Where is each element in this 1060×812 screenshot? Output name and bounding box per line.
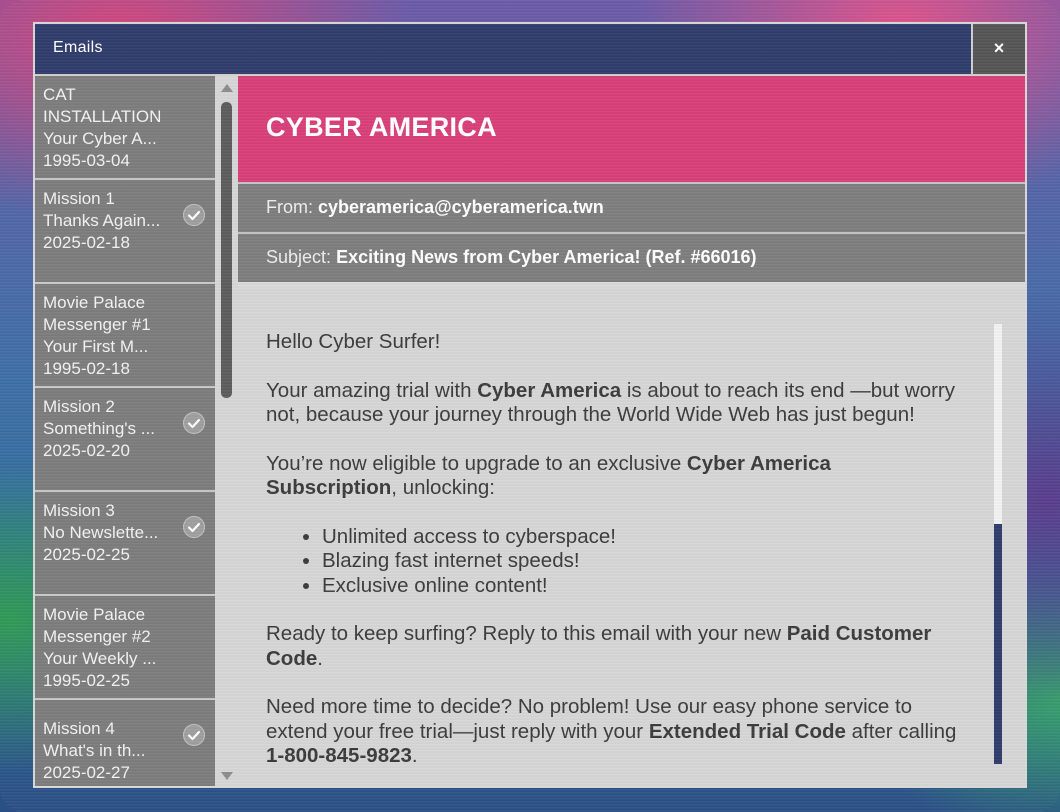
from-address: cyberamerica@cyberamerica.twn [318, 197, 604, 217]
greeting: Hello Cyber Surfer! [266, 330, 441, 353]
email-item-cat-installation[interactable]: CAT INSTALLATION Your Cyber A... 1995-03… [35, 76, 215, 180]
subject-row: Subject: Exciting News from Cyber Americ… [238, 232, 1025, 282]
from-row: From: cyberamerica@cyberamerica.twn [238, 182, 1025, 232]
email-subject-preview: Something's ... [43, 419, 155, 438]
benefits-list: Unlimited access to cyberspace! Blazing … [266, 525, 966, 599]
email-date: 2025-02-25 [43, 545, 130, 564]
email-list: CAT INSTALLATION Your Cyber A... 1995-03… [35, 76, 215, 786]
message-pane: CYBER AMERICA From: cyberamerica@cyberam… [238, 76, 1025, 786]
email-sender: CAT [43, 85, 76, 104]
read-check-icon [183, 204, 205, 226]
email-sender: Mission 3 [43, 501, 115, 520]
message-scrollbar[interactable] [994, 324, 1002, 764]
email-subject-preview: Your First M... [43, 337, 149, 356]
message-body[interactable]: Hello Cyber Surfer! Your amazing trial w… [238, 288, 1025, 786]
email-item-mission-2[interactable]: Mission 2 Something's ... 2025-02-20 [35, 388, 215, 492]
benefit-item: Exclusive online content! [322, 574, 966, 599]
email-subject-preview: Your Cyber A... [43, 129, 157, 148]
email-date: 2025-02-20 [43, 441, 130, 460]
email-subject-preview: What's in th... [43, 741, 146, 760]
close-button[interactable]: × [971, 24, 1025, 74]
email-date: 1995-02-18 [43, 359, 130, 378]
paragraph-trial: Your amazing trial with Cyber America is… [266, 378, 955, 427]
email-list-scrollbar[interactable] [215, 76, 238, 786]
sender-banner: CYBER AMERICA [238, 76, 1025, 182]
email-sender: Mission 2 [43, 397, 115, 416]
email-subject-preview: No Newslette... [43, 523, 159, 542]
paragraph-upgrade: You’re now eligible to upgrade to an exc… [266, 451, 831, 500]
sender-brand: CYBER AMERICA [266, 112, 497, 142]
title-bar[interactable]: Emails × [35, 24, 1025, 76]
message-scroll-thumb[interactable] [994, 524, 1002, 764]
email-date: 1995-02-25 [43, 671, 130, 690]
email-date: 2025-02-27 [43, 763, 130, 782]
scroll-up-arrow-icon[interactable] [221, 84, 233, 92]
read-check-icon [183, 724, 205, 746]
email-list-scroll-thumb[interactable] [221, 102, 232, 398]
email-sender-cont: INSTALLATION [43, 107, 162, 126]
scroll-down-arrow-icon[interactable] [221, 772, 233, 780]
paragraph-extend: Need more time to decide? No problem! Us… [266, 695, 957, 767]
emails-window: Emails × CAT INSTALLATION Your Cyber A..… [33, 22, 1027, 788]
email-sender: Mission 1 [43, 189, 115, 208]
window-title: Emails [53, 39, 103, 56]
email-sender-cont: Messenger #1 [43, 315, 151, 334]
from-label: From: [266, 197, 313, 217]
email-item-mission-3[interactable]: Mission 3 No Newslette... 2025-02-25 [35, 492, 215, 596]
email-sidebar: CAT INSTALLATION Your Cyber A... 1995-03… [35, 76, 238, 786]
email-item-mission-1[interactable]: Mission 1 Thanks Again... 2025-02-18 [35, 180, 215, 284]
email-sender-cont: Messenger #2 [43, 627, 151, 646]
email-item-mission-4[interactable]: Mission 4 What's in th... 2025-02-27 [35, 700, 215, 786]
message-body-text: Hello Cyber Surfer! Your amazing trial w… [266, 330, 966, 786]
email-date: 1995-03-04 [43, 151, 130, 170]
read-check-icon [183, 412, 205, 434]
email-subject-preview: Your Weekly ... [43, 649, 157, 668]
email-subject-preview: Thanks Again... [43, 211, 161, 230]
email-sender: Movie Palace [43, 605, 146, 624]
read-check-icon [183, 516, 205, 538]
benefit-item: Blazing fast internet speeds! [322, 549, 966, 574]
email-sender: Mission 4 [43, 719, 115, 738]
email-item-movie-palace-1[interactable]: Movie Palace Messenger #1 Your First M..… [35, 284, 215, 388]
subject-text: Exciting News from Cyber America! (Ref. … [336, 247, 757, 267]
email-sender: Movie Palace [43, 293, 146, 312]
paragraph-reply: Ready to keep surfing? Reply to this ema… [266, 622, 932, 670]
email-item-movie-palace-2[interactable]: Movie Palace Messenger #2 Your Weekly ..… [35, 596, 215, 700]
subject-label: Subject: [266, 247, 332, 267]
benefit-item: Unlimited access to cyberspace! [322, 525, 966, 550]
email-date: 2025-02-18 [43, 233, 130, 252]
